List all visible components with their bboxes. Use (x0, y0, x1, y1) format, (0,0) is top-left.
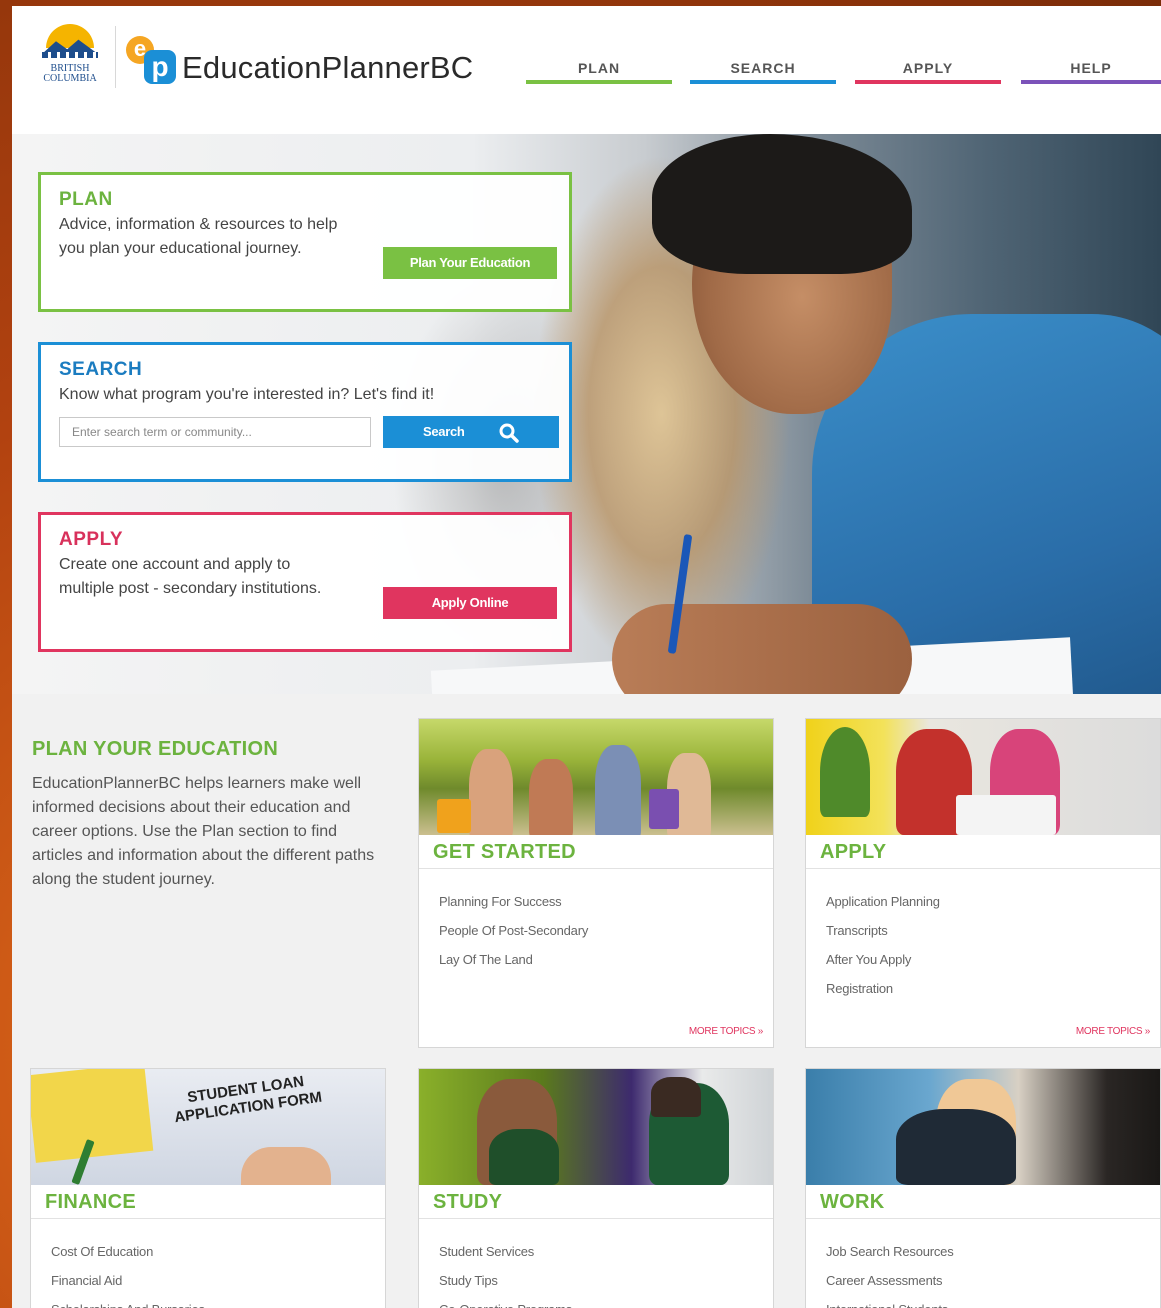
topic-link[interactable]: Registration (826, 974, 940, 1003)
bc-logo-line2: COLUMBIA (43, 73, 97, 84)
topic-list: Application Planning Transcripts After Y… (826, 887, 940, 1003)
tile-header[interactable]: WORK (806, 1185, 1160, 1219)
educationplanner-logo-icon[interactable]: e p (126, 36, 180, 88)
bc-government-logo[interactable]: BRITISH COLUMBIA (36, 24, 104, 90)
tile-work: WORK Job Search Resources Career Assessm… (805, 1068, 1161, 1308)
topic-link[interactable]: Lay Of The Land (439, 945, 588, 974)
finance-photo[interactable]: STUDENT LOAN APPLICATION FORM (31, 1069, 385, 1185)
work-photo[interactable] (806, 1069, 1160, 1185)
apply-card-description: Create one account and apply to multiple… (59, 556, 322, 597)
more-topics-link[interactable]: MORE TOPICS » (1076, 1026, 1150, 1037)
tile-apply: APPLY Application Planning Transcripts A… (805, 718, 1161, 1048)
search-card: SEARCH Know what program you're interest… (38, 342, 572, 482)
site-header: BRITISH COLUMBIA e p EducationPlannerBC … (12, 6, 1161, 130)
study-photo[interactable] (419, 1069, 773, 1185)
plan-card-description: Advice, information & resources to help … (59, 216, 338, 257)
topic-link[interactable]: Scholarships And Bursaries (51, 1295, 205, 1308)
topic-link[interactable]: Co-Operative Programs (439, 1295, 572, 1308)
plan-your-education-section: PLAN YOUR EDUCATION EducationPlannerBC h… (12, 694, 1161, 1308)
search-icon (499, 423, 519, 443)
finance-photo-text: STUDENT LOAN APPLICATION FORM (173, 1072, 324, 1127)
logo-p: p (144, 50, 176, 84)
brand-name[interactable]: EducationPlannerBC (182, 50, 473, 86)
topic-link[interactable]: Transcripts (826, 916, 940, 945)
logo-divider (115, 26, 116, 88)
tile-finance: STUDENT LOAN APPLICATION FORM FINANCE Co… (30, 1068, 386, 1308)
topic-link[interactable]: People Of Post-Secondary (439, 916, 588, 945)
nav-help-label: HELP (1070, 60, 1112, 76)
topic-link[interactable]: Financial Aid (51, 1266, 205, 1295)
search-input[interactable]: Enter search term or community... (59, 417, 371, 447)
apply-card-title: APPLY (59, 529, 124, 550)
topic-link[interactable]: Cost Of Education (51, 1237, 205, 1266)
section-description: EducationPlannerBC helps learners make w… (32, 775, 375, 888)
topic-link[interactable]: International Students (826, 1295, 954, 1308)
topic-link[interactable]: Application Planning (826, 887, 940, 916)
search-card-title: SEARCH (59, 359, 143, 380)
tile-header[interactable]: GET STARTED (419, 835, 773, 869)
nav-help[interactable]: HELP (1021, 60, 1161, 84)
tile-header[interactable]: STUDY (419, 1185, 773, 1219)
topic-link[interactable]: After You Apply (826, 945, 940, 974)
topic-link[interactable]: Planning For Success (439, 887, 588, 916)
topic-link[interactable]: Study Tips (439, 1266, 572, 1295)
nav-help-underline (1021, 80, 1161, 84)
nav-search-underline (690, 80, 836, 84)
get-started-photo[interactable] (419, 719, 773, 835)
apply-card: APPLY Create one account and apply to mu… (38, 512, 572, 652)
topic-link[interactable]: Student Services (439, 1237, 572, 1266)
topic-link[interactable]: Job Search Resources (826, 1237, 954, 1266)
nav-apply-underline (855, 80, 1001, 84)
water-icon (42, 52, 98, 58)
search-card-description: Know what program you're interested in? … (59, 386, 435, 403)
topic-list: Planning For Success People Of Post-Seco… (439, 887, 588, 974)
nav-plan[interactable]: PLAN (526, 60, 672, 84)
more-topics-link[interactable]: MORE TOPICS » (689, 1026, 763, 1037)
nav-apply[interactable]: APPLY (855, 60, 1001, 84)
tile-header[interactable]: APPLY (806, 835, 1160, 869)
tile-title: GET STARTED (433, 841, 576, 863)
nav-plan-underline (526, 80, 672, 84)
tile-get-started: GET STARTED Planning For Success People … (418, 718, 774, 1048)
search-button-label: Search (423, 424, 465, 439)
search-button[interactable]: Search (383, 416, 559, 448)
plan-card-title: PLAN (59, 189, 113, 210)
nav-plan-label: PLAN (577, 60, 621, 76)
section-title: PLAN YOUR EDUCATION (32, 738, 279, 760)
nav-search[interactable]: SEARCH (690, 60, 836, 84)
hero-photo-student-hair-dark (652, 134, 912, 274)
apply-online-button[interactable]: Apply Online (383, 587, 557, 619)
tile-title: STUDY (433, 1191, 503, 1213)
plan-card: PLAN Advice, information & resources to … (38, 172, 572, 312)
tile-title: WORK (820, 1191, 885, 1213)
webpage: BRITISH COLUMBIA e p EducationPlannerBC … (12, 6, 1161, 1308)
topic-list: Job Search Resources Career Assessments … (826, 1237, 954, 1308)
tile-title: APPLY (820, 841, 887, 863)
tile-header[interactable]: FINANCE (31, 1185, 385, 1219)
topic-list: Cost Of Education Financial Aid Scholars… (51, 1237, 205, 1308)
topic-link[interactable]: Career Assessments (826, 1266, 954, 1295)
nav-apply-label: APPLY (902, 60, 954, 76)
tile-study: STUDY Student Services Study Tips Co-Ope… (418, 1068, 774, 1308)
tile-title: FINANCE (45, 1191, 136, 1213)
apply-photo[interactable] (806, 719, 1160, 835)
nav-search-label: SEARCH (730, 60, 796, 76)
hero-banner: PLAN Advice, information & resources to … (12, 134, 1161, 694)
hero-photo-arm (612, 604, 912, 694)
topic-list: Student Services Study Tips Co-Operative… (439, 1237, 572, 1308)
plan-your-education-button[interactable]: Plan Your Education (383, 247, 557, 279)
